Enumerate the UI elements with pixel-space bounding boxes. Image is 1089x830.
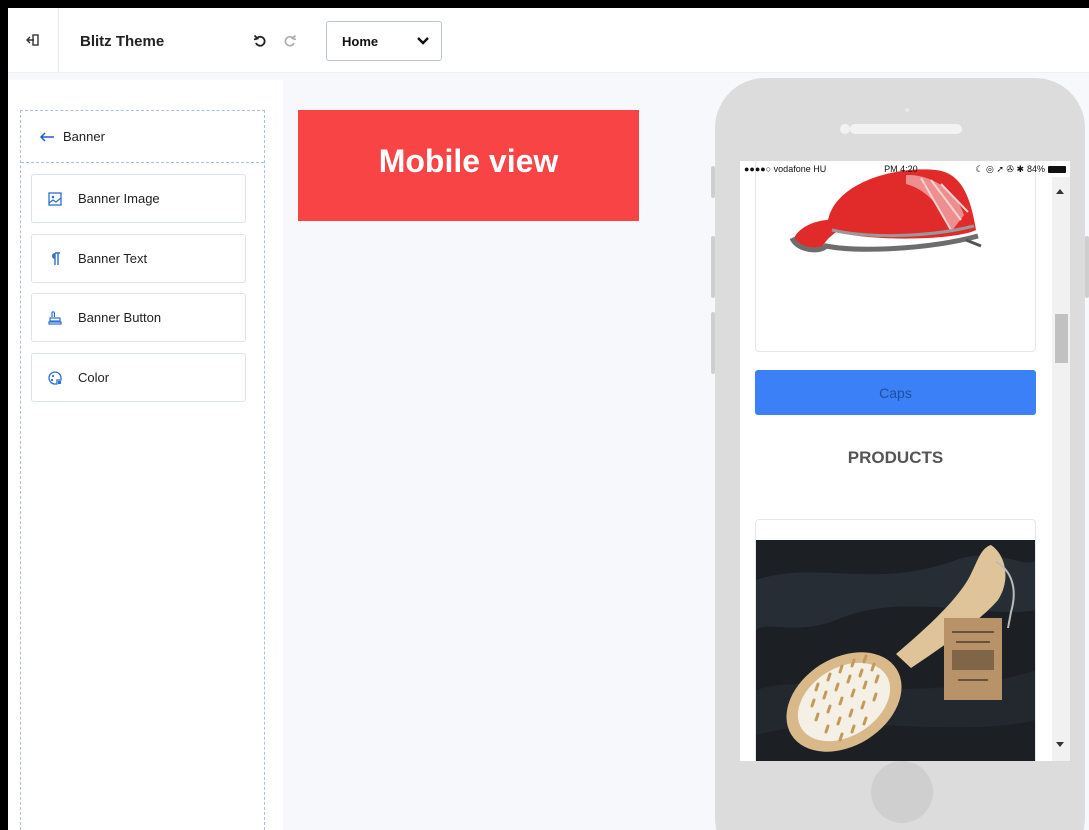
products-heading: PRODUCTS <box>847 448 944 467</box>
sidebar-item-label: Banner Button <box>78 310 162 325</box>
carrier-label: ●●●●○ vodafone HU <box>744 164 827 174</box>
button-icon <box>46 309 64 327</box>
sidebar-item-label: Color <box>78 370 110 385</box>
sidebar-item-color[interactable]: Color <box>31 353 246 402</box>
phone-home-button[interactable] <box>871 761 933 823</box>
product-card[interactable] <box>755 161 1036 352</box>
phone-sensor <box>905 108 909 112</box>
page-select[interactable]: Home <box>326 21 442 61</box>
back-label: Banner <box>63 129 105 144</box>
scroll-up-arrow-icon[interactable] <box>1056 189 1064 194</box>
scroll-down-arrow-icon[interactable] <box>1056 742 1064 747</box>
sidebar-item-label: Banner Image <box>78 191 160 206</box>
redo-icon <box>284 34 297 47</box>
arrow-left-icon <box>39 131 54 142</box>
redo-button[interactable] <box>281 32 299 50</box>
banner-settings-panel: Banner Banner Image Banner Text Banner B… <box>20 110 265 830</box>
phone-status-bar: ●●●●○ vodafone HU PM 4:20 ☾ ◎ ➚ ✇ ✱ 84% <box>740 161 1070 177</box>
image-icon <box>46 190 64 208</box>
phone-scrollbar[interactable] <box>1052 177 1070 761</box>
chevron-down-icon <box>417 37 429 45</box>
undo-button[interactable] <box>251 32 269 50</box>
phone-camera <box>840 124 850 134</box>
product-card[interactable] <box>755 519 1036 761</box>
exit-icon <box>26 34 39 46</box>
phone-volume-up <box>711 236 715 298</box>
phone-volume-down <box>711 312 715 374</box>
phone-mockup: Caps PRODUCTS ●●●●○ vodafone HU PM 4:20 … <box>711 78 1089 830</box>
status-icons: ☾ ◎ ➚ ✇ ✱ <box>975 163 1024 174</box>
phone-screen: Caps PRODUCTS ●●●●○ vodafone HU PM 4:20 … <box>740 161 1070 761</box>
mobile-view-banner: Mobile view <box>298 110 639 221</box>
status-right: ☾ ◎ ➚ ✇ ✱ 84% <box>975 164 1066 175</box>
red-cap-image <box>789 169 982 253</box>
battery-icon <box>1048 165 1066 173</box>
sidebar-item-banner-text[interactable]: Banner Text <box>31 234 246 283</box>
palette-icon <box>46 369 64 387</box>
hair-brush-image <box>756 540 1035 761</box>
phone-speaker <box>850 124 962 134</box>
page-select-value: Home <box>342 33 379 49</box>
sidebar-item-banner-image[interactable]: Banner Image <box>31 174 246 223</box>
undo-icon <box>253 34 266 47</box>
phone-power-button <box>1085 236 1089 298</box>
caps-category-button[interactable]: Caps <box>755 370 1036 415</box>
app-window: Blitz Theme Home Banner Banner Image Ban… <box>8 8 1089 830</box>
exit-button[interactable] <box>8 8 59 72</box>
sidebar-item-banner-button[interactable]: Banner Button <box>31 293 246 342</box>
app-title: Blitz Theme <box>80 33 165 50</box>
top-bar: Blitz Theme Home <box>8 8 1089 73</box>
status-time: PM 4:20 <box>884 164 918 174</box>
scroll-thumb[interactable] <box>1055 314 1068 363</box>
back-to-banner[interactable]: Banner <box>21 111 264 163</box>
paragraph-icon <box>46 250 64 268</box>
sidebar-item-label: Banner Text <box>78 251 148 266</box>
sidebar: Banner Banner Image Banner Text Banner B… <box>8 80 283 830</box>
battery-percent: 84% <box>1026 164 1045 174</box>
phone-mute-switch <box>711 166 715 198</box>
